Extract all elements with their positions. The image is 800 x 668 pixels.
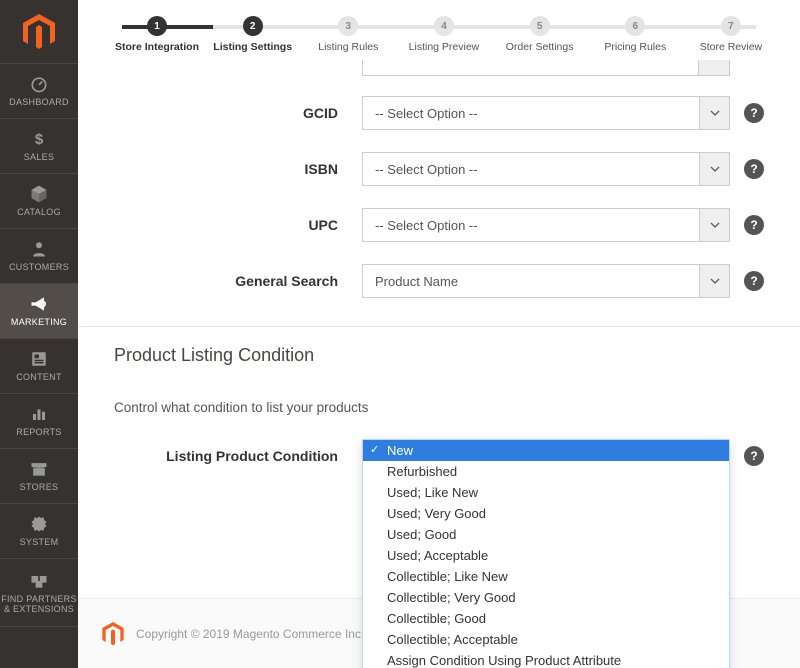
step-indicator: 5 (530, 16, 550, 36)
partners-icon (29, 571, 49, 591)
gear-icon (29, 514, 49, 534)
dropdown-option[interactable]: Used; Like New (363, 482, 729, 503)
customers-icon (29, 239, 49, 259)
select-isbn[interactable]: -- Select Option -- (362, 152, 730, 186)
sidebar-item-label: STORES (20, 483, 59, 492)
sidebar-item-label: CATALOG (17, 208, 61, 217)
sidebar-item-label: MARKETING (11, 318, 67, 327)
step-indicator: 2 (243, 16, 263, 36)
step-indicator: 1 (147, 16, 167, 36)
wizard-step-1[interactable]: 1 Store Integration (112, 16, 202, 54)
magento-logo[interactable] (0, 0, 78, 64)
dollar-icon: $ (29, 129, 49, 149)
catalog-icon (29, 184, 49, 204)
dropdown-option[interactable]: Used; Very Good (363, 503, 729, 524)
step-indicator: 4 (434, 16, 454, 36)
sidebar-item-label: CUSTOMERS (9, 263, 69, 272)
stores-icon (29, 459, 49, 479)
footer-copyright: Copyright © 2019 Magento Commerce Inc. A (136, 627, 375, 641)
reports-icon (29, 404, 49, 424)
main-content: 1 Store Integration 2 Listing Settings 3 List… (78, 0, 800, 668)
field-label-isbn: ISBN (114, 161, 362, 177)
select-value: Product Name (363, 274, 699, 289)
magento-logo-icon (102, 622, 124, 646)
dropdown-option[interactable]: Collectible; Like New (363, 566, 729, 587)
sidebar-item-label: CONTENT (16, 373, 62, 382)
chevron-down-icon (699, 97, 729, 129)
sidebar-item-label: FIND PARTNERS & EXTENSIONS (0, 595, 78, 614)
dashboard-icon (29, 74, 49, 94)
step-label: Listing Rules (318, 42, 378, 54)
sidebar-item-partners[interactable]: FIND PARTNERS & EXTENSIONS (0, 559, 78, 627)
wizard-step-5[interactable]: 5 Order Settings (495, 16, 585, 54)
partial-select-above[interactable] (362, 60, 730, 76)
dropdown-option[interactable]: Used; Acceptable (363, 545, 729, 566)
chevron-down-icon (699, 153, 729, 185)
megaphone-icon (29, 294, 49, 314)
admin-sidebar: DASHBOARD $ SALES CATALOG CUSTOMERS MARK… (0, 0, 78, 668)
section-desc-condition: Control what condition to list your prod… (114, 400, 764, 415)
sidebar-item-marketing[interactable]: MARKETING (0, 284, 78, 339)
step-label: Order Settings (506, 42, 574, 54)
sidebar-item-label: DASHBOARD (9, 98, 69, 107)
section-divider (78, 326, 800, 327)
section-title-condition: Product Listing Condition (114, 345, 764, 366)
sidebar-item-customers[interactable]: CUSTOMERS (0, 229, 78, 284)
step-indicator: 7 (721, 16, 741, 36)
wizard-step-3[interactable]: 3 Listing Rules (303, 16, 393, 54)
wizard-step-7[interactable]: 7 Store Review (686, 16, 776, 54)
help-icon[interactable]: ? (744, 159, 764, 179)
help-icon[interactable]: ? (744, 103, 764, 123)
field-label-general-search: General Search (114, 273, 362, 289)
select-general-search[interactable]: Product Name (362, 264, 730, 298)
content-icon (29, 349, 49, 369)
form-area: GCID -- Select Option -- ? ISBN -- Selec… (78, 52, 800, 473)
help-icon[interactable]: ? (744, 215, 764, 235)
sidebar-item-label: SYSTEM (20, 538, 59, 547)
sidebar-item-sales[interactable]: $ SALES (0, 119, 78, 174)
dropdown-option[interactable]: Used; Good (363, 524, 729, 545)
dropdown-option[interactable]: Refurbished (363, 461, 729, 482)
step-label: Pricing Rules (604, 42, 666, 54)
dropdown-listing-condition[interactable]: NewRefurbishedUsed; Like NewUsed; Very G… (362, 439, 730, 668)
wizard-stepper: 1 Store Integration 2 Listing Settings 3 List… (78, 0, 800, 52)
step-label: Listing Settings (213, 42, 292, 54)
dropdown-option[interactable]: Assign Condition Using Product Attribute (363, 650, 729, 668)
chevron-down-icon (699, 209, 729, 241)
dropdown-option[interactable]: New (363, 440, 729, 461)
wizard-step-2[interactable]: 2 Listing Settings (208, 16, 298, 54)
wizard-step-6[interactable]: 6 Pricing Rules (590, 16, 680, 54)
dropdown-option[interactable]: Collectible; Acceptable (363, 629, 729, 650)
field-label-condition: Listing Product Condition (114, 448, 362, 464)
sidebar-item-label: SALES (24, 153, 55, 162)
step-label: Listing Preview (409, 42, 480, 54)
help-icon[interactable]: ? (744, 271, 764, 291)
sidebar-item-system[interactable]: SYSTEM (0, 504, 78, 559)
step-label: Store Review (700, 42, 762, 54)
dropdown-option[interactable]: Collectible; Very Good (363, 587, 729, 608)
field-label-gcid: GCID (114, 105, 362, 121)
select-value: -- Select Option -- (363, 106, 699, 121)
sidebar-item-content[interactable]: CONTENT (0, 339, 78, 394)
step-label: Store Integration (115, 42, 199, 54)
sidebar-item-label: REPORTS (16, 428, 61, 437)
chevron-down-icon (699, 265, 729, 297)
dropdown-option[interactable]: Collectible; Good (363, 608, 729, 629)
field-label-upc: UPC (114, 217, 362, 233)
sidebar-item-catalog[interactable]: CATALOG (0, 174, 78, 229)
select-value: -- Select Option -- (363, 218, 699, 233)
help-icon[interactable]: ? (744, 446, 764, 466)
sidebar-item-dashboard[interactable]: DASHBOARD (0, 64, 78, 119)
svg-text:$: $ (35, 131, 44, 148)
select-value: -- Select Option -- (363, 162, 699, 177)
wizard-step-4[interactable]: 4 Listing Preview (399, 16, 489, 54)
step-indicator: 6 (625, 16, 645, 36)
select-upc[interactable]: -- Select Option -- (362, 208, 730, 242)
step-indicator: 3 (338, 16, 358, 36)
sidebar-item-reports[interactable]: REPORTS (0, 394, 78, 449)
select-gcid[interactable]: -- Select Option -- (362, 96, 730, 130)
sidebar-item-stores[interactable]: STORES (0, 449, 78, 504)
